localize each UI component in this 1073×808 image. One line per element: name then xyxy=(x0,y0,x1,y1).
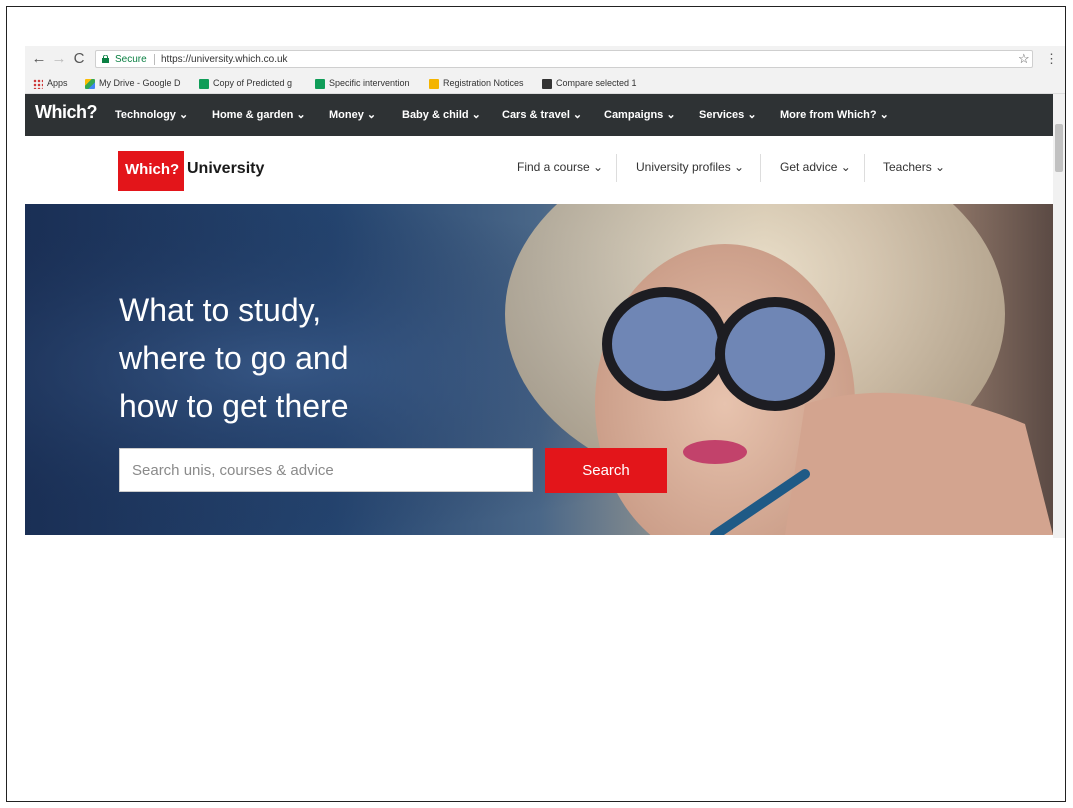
hero-title-line: What to study, xyxy=(119,292,322,328)
lock-icon xyxy=(102,55,109,63)
scrollbar-thumb[interactable] xyxy=(1055,124,1063,172)
omnibox[interactable]: Secure https://university.which.co.uk xyxy=(95,50,1033,68)
nav-baby-child[interactable]: Baby & child ⌄ xyxy=(402,108,481,121)
bookmark-label: My Drive - Google D xyxy=(99,78,181,88)
back-icon[interactable]: ← xyxy=(31,49,47,69)
bookmark-label: Apps xyxy=(47,78,68,88)
hero-title: What to study, where to go and how to ge… xyxy=(119,286,349,430)
nav-more-from-which[interactable]: More from Which? ⌄ xyxy=(780,108,889,121)
reload-icon[interactable]: C xyxy=(71,49,87,69)
search-button[interactable]: Search xyxy=(545,448,667,493)
nav-campaigns[interactable]: Campaigns ⌄ xyxy=(604,108,676,121)
forward-icon[interactable]: → xyxy=(51,49,67,69)
nav-money[interactable]: Money ⌄ xyxy=(329,108,376,121)
bookmark-apps[interactable]: Apps xyxy=(33,76,68,90)
which-top-nav: Which? Technology ⌄ Home & garden ⌄ Mone… xyxy=(25,94,1053,136)
nav-find-a-course[interactable]: Find a course ⌄ xyxy=(517,160,603,174)
secure-label: Secure xyxy=(115,54,147,65)
hero-title-line: how to get there xyxy=(119,388,349,424)
bookmark-compare-selected[interactable]: Compare selected 1 xyxy=(542,76,637,90)
bookmarks-bar: Apps My Drive - Google D Copy of Predict… xyxy=(25,72,1065,94)
bookmark-label: Copy of Predicted g xyxy=(213,78,293,88)
bookmark-label: Specific intervention xyxy=(329,78,410,88)
url-text[interactable]: https://university.which.co.uk xyxy=(161,51,288,69)
browser-window: ← → C Secure https://university.which.co… xyxy=(25,46,1065,538)
bookmark-my-drive[interactable]: My Drive - Google D xyxy=(85,76,181,90)
nav-services[interactable]: Services ⌄ xyxy=(699,108,757,121)
hero-banner: What to study, where to go and how to ge… xyxy=(25,204,1053,535)
omnibox-separator xyxy=(154,54,155,65)
nav-university-profiles[interactable]: University profiles ⌄ xyxy=(636,160,744,174)
nav-cars-travel[interactable]: Cars & travel ⌄ xyxy=(502,108,582,121)
apps-grid-icon xyxy=(33,78,43,89)
hero-title-line: where to go and xyxy=(119,340,349,376)
bookmark-star-icon[interactable]: ☆ xyxy=(1018,50,1030,68)
search-input[interactable] xyxy=(119,448,533,492)
bookmark-specific-intervention[interactable]: Specific intervention xyxy=(315,76,410,90)
address-bar-row: ← → C Secure https://university.which.co… xyxy=(25,46,1065,72)
slides-icon xyxy=(429,78,439,89)
compare-icon xyxy=(542,78,552,89)
logo-university-text: University xyxy=(187,160,265,177)
menu-kebab-icon[interactable]: ⋮ xyxy=(1045,50,1058,68)
bookmark-label: Compare selected 1 xyxy=(556,78,637,88)
bookmark-registration-notices[interactable]: Registration Notices xyxy=(429,76,524,90)
nav-teachers[interactable]: Teachers ⌄ xyxy=(883,160,945,174)
nav-get-advice[interactable]: Get advice ⌄ xyxy=(780,160,851,174)
nav-technology[interactable]: Technology ⌄ xyxy=(115,108,188,121)
nav-divider xyxy=(864,154,865,182)
bookmark-predicted[interactable]: Copy of Predicted g xyxy=(199,76,292,90)
nav-home-garden[interactable]: Home & garden ⌄ xyxy=(212,108,306,121)
logo-which-text: Which? xyxy=(125,161,180,178)
nav-divider xyxy=(616,154,617,182)
bookmark-label: Registration Notices xyxy=(443,78,524,88)
google-drive-icon xyxy=(85,78,95,89)
page-scrollbar[interactable] xyxy=(1053,94,1065,538)
nav-divider xyxy=(760,154,761,182)
sheets-icon xyxy=(315,78,325,89)
which-logo[interactable]: Which? xyxy=(35,102,98,123)
university-header: Which? University Find a course ⌄ Univer… xyxy=(25,136,1053,204)
sheets-icon xyxy=(199,78,209,89)
